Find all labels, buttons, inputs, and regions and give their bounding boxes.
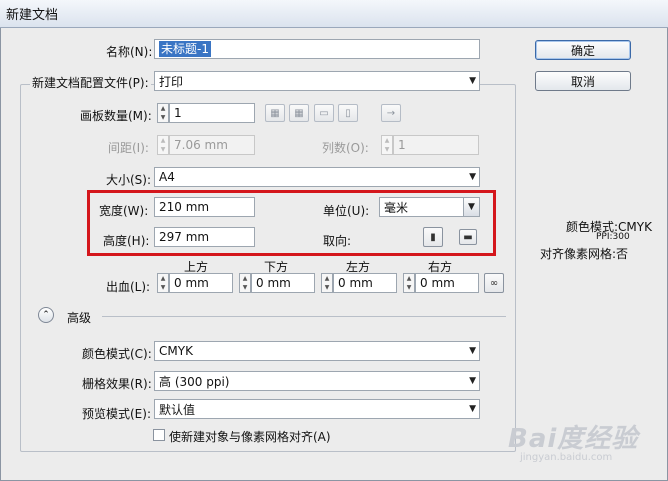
chevron-down-icon[interactable]: ▼ [463, 198, 479, 216]
window-title: 新建文档 [6, 8, 59, 23]
profile-select[interactable]: 打印 ▼ [154, 71, 480, 91]
color-mode-value: CMYK [159, 344, 193, 358]
size-select[interactable]: A4 ▼ [154, 167, 480, 187]
bleed-left-input[interactable]: 0 mm [333, 273, 397, 293]
columns-input[interactable]: 1 [393, 135, 479, 155]
spacing-label: 间距(I): [108, 141, 149, 155]
columns-stepper[interactable]: ▲ ▼ [381, 135, 393, 155]
preview-select[interactable]: 默认值 ▼ [154, 399, 480, 419]
raster-label: 栅格效果(R): [82, 377, 152, 391]
bleed-bottom-input[interactable]: 0 mm [251, 273, 315, 293]
bleed-label: 出血(L): [106, 280, 151, 294]
right-to-left-icon[interactable]: → [381, 104, 401, 122]
preview-value: 默认值 [159, 402, 196, 417]
artboards-input[interactable]: 1 [169, 103, 255, 123]
profile-select-value: 打印 [159, 74, 184, 89]
window-title-bar: 新建文档 [0, 0, 668, 28]
ok-button[interactable]: 确定 [535, 40, 631, 60]
baidu-watermark: Bai度经验 [508, 424, 639, 454]
bleed-bottom-stepper[interactable]: ▲ ▼ [239, 273, 251, 293]
artboards-value: 1 [174, 106, 182, 120]
grid-by-column-icon[interactable]: ▦ [289, 104, 309, 122]
color-mode-label: 颜色模式(C): [82, 347, 152, 361]
height-label: 高度(H): [103, 234, 150, 248]
portrait-orientation-icon[interactable]: ▮ [423, 227, 443, 247]
name-label: 名称(N): [106, 45, 153, 59]
color-mode-select[interactable]: CMYK ▼ [154, 341, 480, 361]
chevron-down-icon: ▼ [469, 172, 476, 182]
width-value: 210 mm [159, 200, 210, 214]
raster-select[interactable]: 高 (300 ppi) ▼ [154, 371, 480, 391]
cancel-button[interactable]: 取消 [535, 71, 631, 91]
baidu-watermark-url: jingyan.baidu.com [520, 452, 613, 463]
collapse-advanced-icon[interactable]: ⌃ [38, 307, 54, 323]
bleed-left-value: 0 mm [338, 276, 373, 290]
align-pixel-grid-checkbox[interactable] [153, 429, 165, 441]
align-pixel-grid-label[interactable]: 使新建对象与像素网格对齐(A) [169, 428, 331, 445]
info-ppi: PPI:300 [596, 232, 630, 242]
chevron-down-icon: ▼ [469, 404, 476, 414]
bleed-right-stepper[interactable]: ▲ ▼ [403, 273, 415, 293]
bleed-top-value: 0 mm [174, 276, 209, 290]
units-label: 单位(U): [323, 204, 370, 218]
landscape-orientation-icon[interactable]: ▬ [459, 229, 477, 245]
preview-label: 预览模式(E): [82, 407, 151, 421]
size-select-value: A4 [159, 170, 175, 184]
chevron-down-icon: ▼ [469, 376, 476, 386]
arrange-by-column-icon[interactable]: ▯ [338, 104, 358, 122]
columns-label: 列数(O): [322, 141, 369, 155]
spacing-stepper[interactable]: ▲ ▼ [157, 135, 169, 155]
bleed-top-stepper[interactable]: ▲ ▼ [157, 273, 169, 293]
artboards-label: 画板数量(M): [80, 109, 152, 123]
advanced-divider [102, 316, 506, 317]
width-label: 宽度(W): [99, 204, 149, 218]
grid-by-row-icon[interactable]: ▦ [265, 104, 285, 122]
link-icon[interactable]: ∞ [484, 273, 504, 293]
spacing-value: 7.06 mm [174, 138, 228, 152]
chevron-down-icon: ▼ [469, 76, 476, 86]
info-pixel-grid: 对齐像素网格:否 [540, 247, 629, 261]
raster-value: 高 (300 ppi) [159, 374, 230, 389]
artboards-stepper[interactable]: ▲ ▼ [157, 103, 169, 123]
name-input-value: 未标题-1 [159, 41, 211, 57]
bleed-left-stepper[interactable]: ▲ ▼ [321, 273, 333, 293]
columns-value: 1 [398, 138, 406, 152]
height-input[interactable]: 297 mm [154, 227, 255, 247]
spacing-input[interactable]: 7.06 mm [169, 135, 255, 155]
bleed-top-input[interactable]: 0 mm [169, 273, 233, 293]
chevron-down-icon: ▼ [469, 346, 476, 356]
units-select-value: 毫米 [384, 200, 409, 215]
size-label: 大小(S): [106, 173, 152, 187]
name-input[interactable]: 未标题-1 [154, 39, 480, 59]
orientation-label: 取向: [323, 234, 352, 248]
height-value: 297 mm [159, 230, 210, 244]
bleed-right-value: 0 mm [420, 276, 455, 290]
arrange-by-row-icon[interactable]: ▭ [314, 104, 334, 122]
advanced-label: 高级 [67, 311, 92, 325]
width-input[interactable]: 210 mm [154, 197, 255, 217]
bleed-bottom-value: 0 mm [256, 276, 291, 290]
units-select[interactable]: 毫米 ▼ [379, 197, 480, 217]
bleed-right-input[interactable]: 0 mm [415, 273, 479, 293]
profile-label: 新建文档配置文件(P): [30, 74, 151, 91]
